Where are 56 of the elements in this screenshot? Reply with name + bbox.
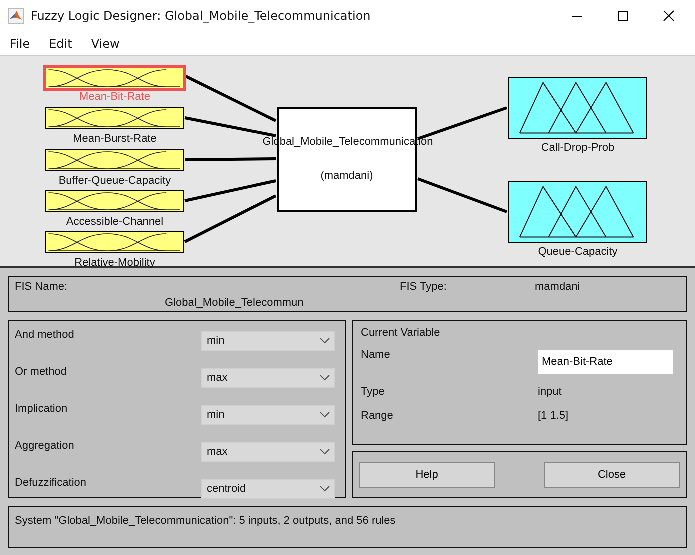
method-label: Aggregation xyxy=(15,439,74,452)
menu-item[interactable]: File xyxy=(10,36,30,50)
panel-title: Current Variable xyxy=(361,327,440,339)
membership-curves-icon xyxy=(46,68,183,88)
input-variable-label: Mean-Bit-Rate xyxy=(78,90,152,104)
input-variable-block[interactable] xyxy=(45,190,184,212)
fis-type-label: FIS Type: xyxy=(399,281,448,295)
chevron-down-icon xyxy=(320,486,330,492)
membership-curves-icon xyxy=(46,150,183,170)
dialog-button[interactable]: Help xyxy=(359,462,495,488)
maximize-icon[interactable] xyxy=(617,10,629,22)
method-label: Defuzzification xyxy=(15,476,87,489)
menu-item[interactable]: Edit xyxy=(49,36,72,50)
input-variable-label: Buffer-Queue-Capacity xyxy=(58,174,172,188)
range-label: Range xyxy=(361,410,394,422)
range-value: [1 1.5] xyxy=(538,410,570,422)
fis-name-value: Global_Mobile_Telecommun xyxy=(165,297,305,311)
membership-curves-icon xyxy=(46,191,183,211)
name-label: Name xyxy=(361,349,392,361)
close-icon[interactable] xyxy=(663,10,675,22)
input-variable-block[interactable] xyxy=(43,65,186,91)
system-type: (mamdani) xyxy=(320,170,374,182)
input-variable-block[interactable] xyxy=(45,231,184,253)
input-variable-label: Relative-Mobility xyxy=(74,256,156,270)
membership-curves-icon xyxy=(46,108,183,128)
type-value: input xyxy=(538,386,563,398)
method-dropdown[interactable]: min xyxy=(201,331,335,351)
fis-name-label: FIS Name: xyxy=(15,281,69,295)
method-label: Implication xyxy=(15,402,68,415)
input-variable-block[interactable] xyxy=(45,149,184,171)
membership-curves-icon xyxy=(46,232,183,252)
method-dropdown[interactable]: max xyxy=(201,442,335,462)
method-dropdown[interactable]: centroid xyxy=(201,479,335,499)
output-variable-block[interactable] xyxy=(508,77,647,139)
input-variable-label: Accessible-Channel xyxy=(65,215,165,229)
window-title: Fuzzy Logic Designer: Global_Mobile_Telecommunication xyxy=(31,9,372,23)
fis-type-value: mamdani xyxy=(535,281,582,295)
chevron-down-icon xyxy=(320,449,330,455)
chevron-down-icon xyxy=(320,375,330,381)
output-variable-label: Queue-Capacity xyxy=(537,246,619,258)
input-variable-block[interactable] xyxy=(45,107,184,129)
input-variable-label: Mean-Burst-Rate xyxy=(72,132,158,146)
dialog-button[interactable]: Close xyxy=(544,462,680,488)
method-dropdown[interactable]: min xyxy=(201,405,335,425)
output-variable-block[interactable] xyxy=(508,181,647,243)
method-dropdown[interactable]: max xyxy=(201,368,335,388)
type-label: Type xyxy=(361,386,386,398)
chevron-down-icon xyxy=(320,412,330,418)
status-message: System "Global_Mobile_Telecommunication": 5 inputs, 2 outputs, and 56 rules xyxy=(15,515,396,527)
app-icon xyxy=(8,8,24,24)
output-variable-label: Call-Drop-Prob xyxy=(540,142,616,154)
chevron-down-icon xyxy=(320,338,330,344)
method-label: Or method xyxy=(15,365,67,378)
name-input-field[interactable]: Mean-Bit-Rate xyxy=(538,350,673,374)
method-label: And method xyxy=(15,328,74,341)
menu-item[interactable]: View xyxy=(91,36,120,50)
